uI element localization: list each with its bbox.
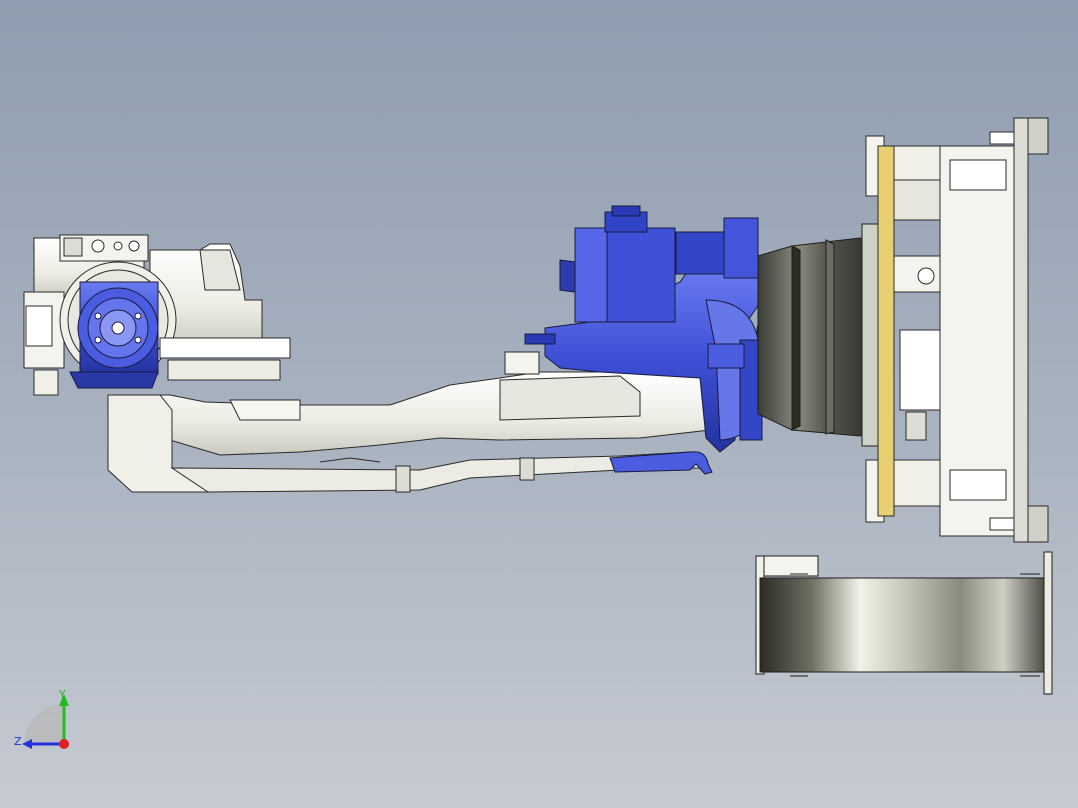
gripper-drum-part[interactable] <box>755 551 1053 695</box>
blue-hose[interactable] <box>609 451 713 475</box>
triad-origin <box>59 739 69 749</box>
robot-arm-model[interactable] <box>0 0 1078 808</box>
orientation-triad: Y Z <box>14 688 69 749</box>
triad-arc-fill <box>24 704 64 744</box>
triad-z-label: Z <box>14 735 22 748</box>
base-blue-motor[interactable] <box>69 281 159 389</box>
triad-y-label: Y <box>58 688 66 701</box>
wrist-reducer-drum[interactable] <box>757 223 881 447</box>
cad-viewport[interactable]: Y Z <box>0 0 1078 808</box>
tool-flange-plate[interactable] <box>865 117 1049 543</box>
